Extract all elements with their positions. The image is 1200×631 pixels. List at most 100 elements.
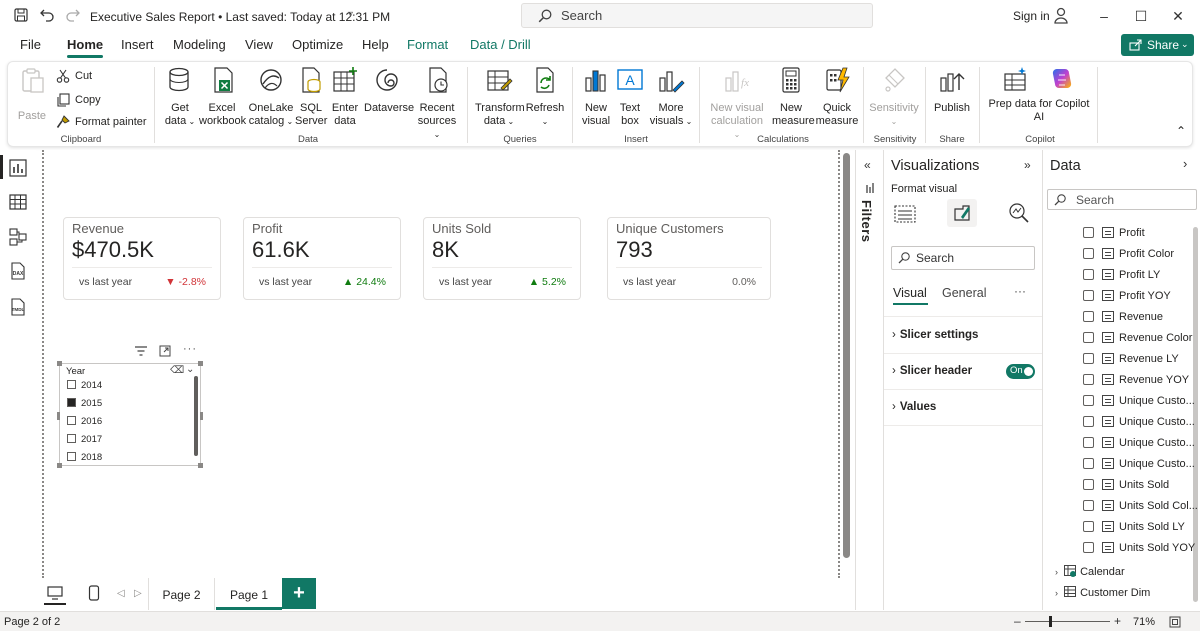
scroll-right-icon[interactable]: ▷ <box>134 588 142 599</box>
document-title[interactable]: Executive Sales Report • Last saved: Tod… <box>90 10 390 24</box>
transform-data-button[interactable]: Transform data ⌄ <box>475 66 525 128</box>
field-item-units-sold-yoy[interactable]: Units Sold YOY <box>1083 542 1195 554</box>
resize-handle[interactable] <box>200 412 203 420</box>
filter-icon[interactable] <box>135 346 147 356</box>
collapse-pane-icon[interactable]: » <box>1024 158 1031 172</box>
sign-in-link[interactable]: Sign in <box>1013 9 1050 23</box>
field-item-unique-customers-3[interactable]: Unique Custo... <box>1083 437 1195 449</box>
kpi-card-revenue[interactable]: Revenue $470.5K vs last year ▼ -2.8% <box>63 217 221 300</box>
user-icon[interactable] <box>1053 7 1069 28</box>
slicer-scrollbar[interactable] <box>194 376 198 456</box>
tab-data-drill[interactable]: Data / Drill <box>470 37 531 52</box>
tmdl-view-icon[interactable]: TMDL <box>9 298 27 316</box>
slicer-item-2017[interactable]: 2017 <box>67 434 102 445</box>
checkbox[interactable] <box>1083 542 1094 553</box>
excel-workbook-button[interactable]: Excel workbook <box>199 66 246 128</box>
enter-data-button[interactable]: Enter data <box>330 66 360 128</box>
save-icon[interactable] <box>12 7 30 25</box>
add-page-button[interactable]: + <box>282 578 316 609</box>
field-item-units-sold[interactable]: Units Sold <box>1083 479 1169 491</box>
sensitivity-button[interactable]: Sensitivity ⌄ <box>868 66 920 128</box>
new-visual-calculation-button[interactable]: fx New visual calculation ⌄ <box>707 66 767 141</box>
resize-handle[interactable] <box>198 463 203 468</box>
tab-format[interactable]: Format <box>407 37 448 52</box>
global-search-input[interactable]: Search <box>521 3 873 28</box>
minimize-icon[interactable]: – <box>1094 6 1114 26</box>
tab-view[interactable]: View <box>245 37 273 52</box>
new-visual-button[interactable]: New visual <box>580 66 612 128</box>
text-box-button[interactable]: A Text box <box>616 66 644 128</box>
field-item-profit-yoy[interactable]: Profit YOY <box>1083 290 1171 302</box>
canvas-scrollbar[interactable] <box>843 153 850 558</box>
resize-handle[interactable] <box>57 412 60 420</box>
field-item-revenue-ly[interactable]: Revenue LY <box>1083 353 1179 365</box>
slicer-header-toggle[interactable]: On <box>1006 364 1035 379</box>
field-item-revenue[interactable]: Revenue <box>1083 311 1163 323</box>
tab-home[interactable]: Home <box>67 37 104 58</box>
expand-filters-icon[interactable]: « <box>864 158 871 172</box>
checkbox[interactable] <box>1083 332 1094 343</box>
tab-help[interactable]: Help <box>362 37 389 52</box>
collapse-pane-icon[interactable]: › <box>1183 156 1187 171</box>
checkbox[interactable] <box>67 452 76 461</box>
new-measure-button[interactable]: New measure <box>772 66 815 128</box>
build-visual-icon[interactable] <box>894 204 916 224</box>
checkbox[interactable] <box>1083 395 1094 406</box>
zoom-level[interactable]: 71% <box>1133 616 1155 628</box>
report-view-icon[interactable] <box>9 159 27 177</box>
checkbox-checked[interactable] <box>67 398 76 407</box>
field-item-profit-color[interactable]: Profit Color <box>1083 248 1174 260</box>
eraser-icon[interactable]: ⌫ <box>170 365 184 376</box>
dataverse-button[interactable]: Dataverse <box>364 66 414 115</box>
publish-button[interactable]: Publish <box>930 66 974 115</box>
cut-button[interactable]: Cut <box>56 69 92 83</box>
slicer-item-2016[interactable]: 2016 <box>67 416 102 427</box>
recent-sources-button[interactable]: Recent sources ⌄ <box>414 66 460 141</box>
resize-handle[interactable] <box>57 463 62 468</box>
checkbox[interactable] <box>1083 500 1094 511</box>
page-tab-page-2[interactable]: Page 2 <box>148 578 215 610</box>
section-slicer-settings[interactable]: › Slicer settings <box>892 329 1037 341</box>
field-item-unique-customers-4[interactable]: Unique Custo... <box>1083 458 1195 470</box>
field-item-revenue-yoy[interactable]: Revenue YOY <box>1083 374 1189 386</box>
format-painter-button[interactable]: Format painter <box>56 115 147 129</box>
chevron-down-icon[interactable]: ▿ <box>348 9 353 20</box>
table-item-calendar[interactable]: › Calendar <box>1055 565 1125 578</box>
analytics-icon[interactable] <box>1008 202 1030 224</box>
resize-handle[interactable] <box>57 361 62 366</box>
checkbox[interactable] <box>1083 290 1094 301</box>
maximize-icon[interactable]: ☐ <box>1131 6 1151 26</box>
prep-data-for-copilot-button[interactable]: Prep data for Copilot AI <box>986 66 1092 124</box>
tab-modeling[interactable]: Modeling <box>173 37 226 52</box>
table-view-icon[interactable] <box>9 193 27 211</box>
mobile-layout-icon[interactable] <box>88 585 100 601</box>
zoom-slider-track[interactable] <box>1025 621 1110 622</box>
focus-mode-icon[interactable] <box>159 345 171 357</box>
checkbox[interactable] <box>1083 374 1094 385</box>
refresh-button[interactable]: Refresh ⌄ <box>525 66 565 128</box>
page-tab-page-1[interactable]: Page 1 <box>216 578 282 610</box>
zoom-out-icon[interactable]: – <box>1014 614 1021 628</box>
checkbox[interactable] <box>1083 458 1094 469</box>
checkbox[interactable] <box>1083 269 1094 280</box>
report-canvas[interactable]: Revenue $470.5K vs last year ▼ -2.8% Pro… <box>42 150 840 578</box>
checkbox[interactable] <box>1083 521 1094 532</box>
checkbox[interactable] <box>1083 416 1094 427</box>
field-item-unique-customers-2[interactable]: Unique Custo... <box>1083 416 1195 428</box>
dax-query-view-icon[interactable]: DAX <box>9 262 27 280</box>
format-search-input[interactable]: Search <box>891 246 1035 270</box>
model-view-icon[interactable] <box>9 228 27 246</box>
sql-server-button[interactable]: SQL Server <box>295 66 327 128</box>
copy-button[interactable]: Copy <box>56 93 101 107</box>
slicer-item-2018[interactable]: 2018 <box>67 452 102 463</box>
section-values[interactable]: › Values <box>892 401 1037 413</box>
field-item-profit-ly[interactable]: Profit LY <box>1083 269 1160 281</box>
field-item-profit[interactable]: Profit <box>1083 227 1145 239</box>
collapse-ribbon-icon[interactable]: ⌃ <box>1176 124 1186 138</box>
tab-visual[interactable]: Visual <box>893 286 927 300</box>
zoom-slider-thumb[interactable] <box>1049 616 1052 627</box>
filters-pane-collapsed[interactable]: « Filters <box>855 150 882 610</box>
kpi-card-unique-customers[interactable]: Unique Customers 793 vs last year 0.0% <box>607 217 771 300</box>
undo-icon[interactable] <box>38 7 56 25</box>
field-item-revenue-color[interactable]: Revenue Color <box>1083 332 1192 344</box>
